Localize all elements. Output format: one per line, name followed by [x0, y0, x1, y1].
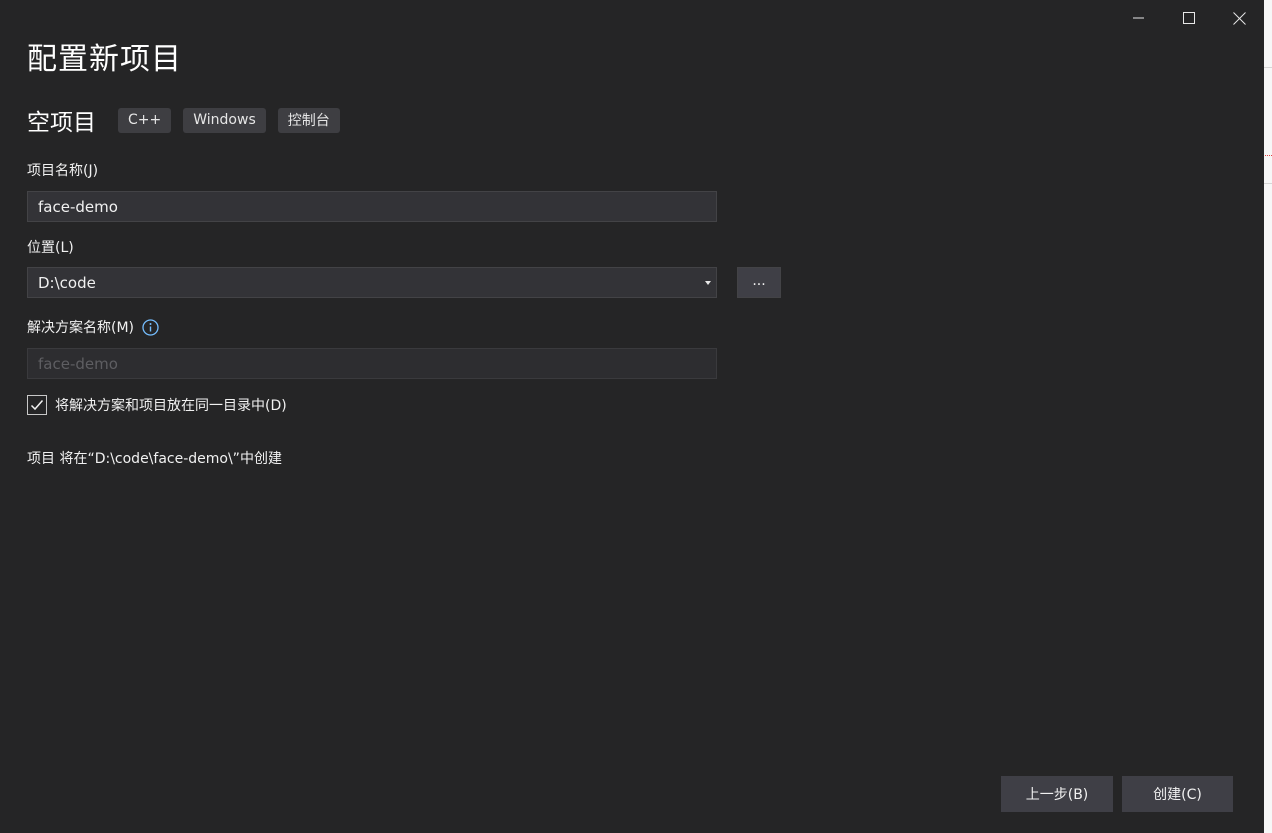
solution-name-input[interactable]: face-demo	[27, 348, 717, 379]
project-name-input[interactable]: face-demo	[27, 191, 717, 222]
template-name: 空项目	[27, 110, 96, 136]
project-path-summary: 项目 将在“D:\code\face-demo\”中创建	[27, 451, 282, 467]
template-header: 空项目 C++ Windows 控制台	[27, 104, 352, 136]
maximize-button[interactable]	[1166, 0, 1212, 36]
solution-name-label: 解决方案名称(M)	[27, 320, 135, 336]
location-value: D:\code	[38, 273, 96, 292]
background-window-edge	[1264, 0, 1272, 833]
minimize-button[interactable]	[1116, 0, 1162, 36]
maximize-icon	[1183, 12, 1195, 24]
create-button[interactable]: 创建(C)	[1122, 776, 1233, 812]
same-directory-option[interactable]: 将解决方案和项目放在同一目录中(D)	[27, 394, 287, 416]
tag-windows: Windows	[183, 107, 266, 133]
close-icon	[1232, 11, 1246, 25]
back-button[interactable]: 上一步(B)	[1001, 776, 1113, 812]
location-label: 位置(L)	[27, 240, 74, 256]
dropdown-arrow-icon[interactable]	[705, 281, 711, 285]
project-name-label: 项目名称(J)	[27, 163, 99, 179]
same-directory-checkbox[interactable]	[27, 395, 47, 415]
page-title: 配置新项目	[27, 42, 182, 77]
tag-console: 控制台	[277, 107, 340, 133]
checkmark-icon	[30, 400, 44, 411]
close-button[interactable]	[1216, 0, 1262, 36]
solution-name-label-row: 解决方案名称(M)	[27, 317, 159, 337]
minimize-icon	[1133, 17, 1144, 19]
project-name-value: face-demo	[38, 197, 118, 216]
solution-name-placeholder: face-demo	[38, 354, 118, 373]
browse-button[interactable]: ...	[737, 267, 781, 298]
configure-project-dialog: 配置新项目 空项目 C++ Windows 控制台 项目名称(J) face-d…	[0, 0, 1264, 833]
location-combobox[interactable]: D:\code	[27, 267, 717, 298]
same-directory-label: 将解决方案和项目放在同一目录中(D)	[55, 398, 287, 414]
info-icon[interactable]	[142, 318, 159, 336]
tag-cpp: C++	[118, 107, 172, 133]
